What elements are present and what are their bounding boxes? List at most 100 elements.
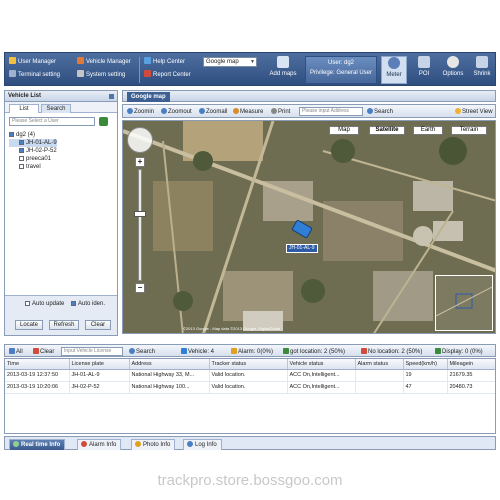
options-button[interactable]: Options: [439, 56, 467, 84]
map-type-terrain[interactable]: Terrain: [451, 126, 487, 135]
zoom-plus-button[interactable]: +: [135, 157, 145, 167]
cell-tracker-status: Valid location.: [209, 369, 288, 382]
map-provider-select[interactable]: Google map ▼: [203, 57, 257, 67]
tree-item-vehicle[interactable]: JH-02-P-52: [9, 147, 57, 155]
tab-search[interactable]: Search: [41, 104, 71, 113]
user-select[interactable]: Please Select a User: [9, 117, 95, 126]
column-header-tracker-status[interactable]: Tracker status: [209, 359, 288, 370]
column-header-time[interactable]: Time: [5, 359, 70, 370]
vehicle-icon: [77, 57, 84, 64]
column-header-address[interactable]: Address: [129, 359, 210, 370]
map-type-satellite[interactable]: Satellite: [369, 126, 405, 135]
tab-photo-info[interactable]: Photo Info: [131, 439, 176, 450]
map-icon: [277, 56, 289, 68]
pan-control[interactable]: [127, 127, 153, 153]
vehicle-tree: dg2 (4) JH-01-AL-9 JH-02-P-52 preeca01 t…: [9, 131, 57, 171]
checkbox[interactable]: [19, 156, 24, 161]
column-header-mileage[interactable]: Mileagein: [447, 359, 495, 370]
zoom-in-icon: [127, 108, 133, 114]
auto-update-checkbox[interactable]: Auto update: [25, 300, 64, 308]
no-location-filter[interactable]: No location: 2 (50%): [361, 348, 422, 356]
terminal-icon: [9, 70, 16, 77]
vehicle-count-filter[interactable]: Vehicle: 4: [181, 348, 214, 356]
satellite-map[interactable]: Map Satellite Earth Terrain + − JH-01-AL…: [122, 120, 496, 334]
alarm-icon: [231, 348, 237, 354]
system-setting-button[interactable]: System setting: [77, 70, 125, 81]
all-button[interactable]: All: [9, 348, 23, 356]
report-center-button[interactable]: Report Center: [144, 70, 191, 81]
cell-alarm-status: [355, 369, 404, 382]
clear-list-button[interactable]: Clear: [33, 348, 54, 356]
print-button[interactable]: Print: [271, 108, 290, 116]
overview-minimap[interactable]: [435, 275, 493, 331]
zoomout-button[interactable]: Zoomout: [161, 108, 192, 116]
map-type-map[interactable]: Map: [329, 126, 359, 135]
license-input[interactable]: Input Vehicle License: [61, 347, 123, 356]
tree-item-vehicle[interactable]: travel: [9, 163, 57, 171]
checkbox[interactable]: [19, 148, 24, 153]
zoom-out-icon: [161, 108, 167, 114]
alarm-filter[interactable]: Alarm: 0(0%): [231, 348, 273, 356]
measure-button[interactable]: Measure: [233, 108, 263, 116]
meter-button[interactable]: Meter: [381, 56, 407, 84]
address-input[interactable]: Please input Address: [299, 107, 363, 116]
tab-real-time-info[interactable]: Real time Info: [9, 439, 66, 450]
checkbox[interactable]: [19, 164, 24, 169]
cell-license: JH-01-AL-9: [69, 369, 130, 382]
checkbox[interactable]: [19, 140, 24, 145]
terminal-setting-button[interactable]: Terminal setting: [9, 70, 60, 81]
cell-address: National Highway 100...: [129, 381, 210, 394]
table-row[interactable]: 2013-03-19 10:20:06 JH-02-P-52 National …: [5, 381, 495, 394]
tree-item-vehicle[interactable]: JH-01-AL-9: [9, 139, 57, 147]
license-search-button[interactable]: Search: [129, 348, 155, 356]
gear-icon: [447, 56, 459, 68]
clear-button[interactable]: Clear: [85, 320, 111, 330]
zoom-slider-handle[interactable]: [134, 211, 146, 217]
all-icon: [9, 348, 15, 354]
tree-item-vehicle[interactable]: preeca01: [9, 155, 57, 163]
zoomin-button[interactable]: Zoomin: [127, 108, 154, 116]
zoomall-button[interactable]: Zoomall: [199, 108, 227, 116]
locate-button[interactable]: Locate: [15, 320, 43, 330]
map-type-earth[interactable]: Earth: [413, 126, 443, 135]
got-location-filter[interactable]: got location: 2 (50%): [283, 348, 345, 356]
auto-ident-checkbox[interactable]: Auto iden.: [71, 300, 105, 308]
cell-speed: 19: [403, 369, 448, 382]
street-view-button[interactable]: Street View: [455, 108, 493, 116]
tab-list[interactable]: List: [9, 104, 39, 113]
cell-tracker-status: Valid location.: [209, 381, 288, 394]
display-icon: [435, 348, 441, 354]
column-header-vehicle-status[interactable]: Vehicle status: [287, 359, 356, 370]
checkbox: [25, 301, 30, 306]
address-search-button[interactable]: Search: [367, 108, 393, 116]
zoom-slider[interactable]: [138, 169, 142, 281]
tree-group-dg2[interactable]: dg2 (4): [9, 131, 57, 139]
column-header-speed[interactable]: Speed(km/h): [403, 359, 448, 370]
collapse-icon[interactable]: [109, 94, 114, 99]
meter-icon: [388, 57, 400, 69]
checkbox[interactable]: [9, 132, 14, 137]
gear-icon: [77, 70, 84, 77]
vehicle-manager-button[interactable]: Vehicle Manager: [77, 57, 131, 68]
table-row[interactable]: 2013-03-19 12:37:50 JH-01-AL-9 National …: [5, 369, 495, 382]
log-icon: [187, 441, 193, 447]
poi-button[interactable]: POI: [411, 56, 437, 84]
column-header-alarm-status[interactable]: Alarm status: [355, 359, 404, 370]
go-icon[interactable]: [99, 117, 108, 126]
user-manager-button[interactable]: User Manager: [9, 57, 56, 68]
add-maps-button[interactable]: Add maps: [263, 56, 303, 84]
tab-log-info[interactable]: Log Info: [183, 439, 222, 450]
zoom-minus-button[interactable]: −: [135, 283, 145, 293]
help-center-button[interactable]: Help Center: [144, 57, 185, 68]
zoom-all-icon: [199, 108, 205, 114]
column-header-license[interactable]: License plate: [69, 359, 130, 370]
shrink-button[interactable]: Shrink: [469, 56, 495, 84]
refresh-button[interactable]: Refresh: [49, 320, 79, 330]
tab-google-map[interactable]: Google map: [127, 92, 170, 102]
cell-mileage: 21679.35: [447, 369, 495, 382]
cell-vehicle-status: ACC On,Intelligent...: [287, 381, 356, 394]
display-filter[interactable]: Display: 0 (0%): [435, 348, 483, 356]
cell-license: JH-02-P-52: [69, 381, 130, 394]
realtime-toolbar: All Clear Input Vehicle License Search V…: [4, 344, 496, 357]
tab-alarm-info[interactable]: Alarm Info: [77, 439, 122, 450]
